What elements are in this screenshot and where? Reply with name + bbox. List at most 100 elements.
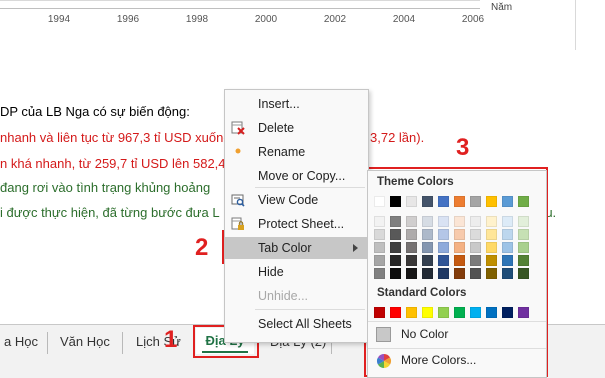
theme-shade-swatch[interactable] xyxy=(454,229,465,240)
theme-shade-swatch[interactable] xyxy=(502,255,513,266)
menu-item-delete[interactable]: Delete xyxy=(225,117,368,139)
delete-sheet-icon xyxy=(231,121,245,135)
theme-shade-swatch[interactable] xyxy=(486,268,497,279)
theme-shade-swatch[interactable] xyxy=(470,242,481,253)
doc-line: i được thực hiện, đã từng bước đưa L xyxy=(0,205,220,220)
menu-item-label: Tab Color xyxy=(258,241,312,255)
sheet-tab[interactable]: Văn Học xyxy=(54,332,116,352)
theme-shade-swatch[interactable] xyxy=(470,268,481,279)
theme-shade-swatch[interactable] xyxy=(454,242,465,253)
theme-shade-swatch[interactable] xyxy=(438,216,449,227)
menu-item-insert[interactable]: Insert... xyxy=(225,93,368,115)
theme-shade-swatch[interactable] xyxy=(454,268,465,279)
palette-separator xyxy=(368,321,546,322)
theme-shade-swatch[interactable] xyxy=(486,229,497,240)
menu-item-label: Select All Sheets xyxy=(258,317,352,331)
theme-shade-swatch[interactable] xyxy=(390,268,401,279)
theme-shade-swatch[interactable] xyxy=(470,229,481,240)
more-colors-option[interactable]: More Colors... xyxy=(371,350,543,372)
year-tick-label: 2006 xyxy=(461,14,485,25)
theme-shade-swatch[interactable] xyxy=(422,255,433,266)
submenu-arrow-icon xyxy=(353,244,358,252)
theme-shade-swatch[interactable] xyxy=(406,229,417,240)
theme-shade-swatch[interactable] xyxy=(390,216,401,227)
theme-color-swatch[interactable] xyxy=(470,196,481,207)
theme-shade-swatch[interactable] xyxy=(390,255,401,266)
theme-shade-swatch[interactable] xyxy=(454,216,465,227)
menu-item-view-code[interactable]: View Code xyxy=(225,189,368,211)
theme-shade-swatch[interactable] xyxy=(406,255,417,266)
standard-color-swatch[interactable] xyxy=(422,307,433,318)
menu-separator xyxy=(255,309,365,310)
theme-shade-swatch[interactable] xyxy=(470,216,481,227)
theme-shade-swatch[interactable] xyxy=(438,255,449,266)
theme-shade-swatch[interactable] xyxy=(518,268,529,279)
theme-shade-swatch[interactable] xyxy=(438,268,449,279)
theme-shade-swatch[interactable] xyxy=(518,255,529,266)
theme-color-swatch[interactable] xyxy=(438,196,449,207)
theme-color-swatch[interactable] xyxy=(454,196,465,207)
theme-shade-swatch[interactable] xyxy=(502,216,513,227)
menu-item-rename[interactable]: Rename xyxy=(225,141,368,163)
theme-shade-swatch[interactable] xyxy=(422,229,433,240)
theme-shade-swatch[interactable] xyxy=(422,216,433,227)
theme-shade-swatch[interactable] xyxy=(502,242,513,253)
bullet-icon xyxy=(235,148,241,154)
sheet-tab[interactable]: a Học xyxy=(0,332,44,352)
standard-color-swatch[interactable] xyxy=(470,307,481,318)
doc-line: nhanh và liên tục từ 967,3 tỉ USD xuống xyxy=(0,130,231,145)
sheet-tab[interactable]: Lịch Sử xyxy=(130,332,187,352)
standard-color-swatch[interactable] xyxy=(518,307,529,318)
menu-item-label: Insert... xyxy=(258,97,300,111)
theme-shade-swatch[interactable] xyxy=(486,255,497,266)
theme-shade-swatch[interactable] xyxy=(486,242,497,253)
menu-item-label: Hide xyxy=(258,265,284,279)
theme-shade-swatch[interactable] xyxy=(502,268,513,279)
theme-shade-swatch[interactable] xyxy=(406,216,417,227)
theme-shade-swatch[interactable] xyxy=(454,255,465,266)
standard-color-swatch[interactable] xyxy=(454,307,465,318)
theme-shade-swatch[interactable] xyxy=(486,216,497,227)
theme-shade-swatch[interactable] xyxy=(374,216,385,227)
theme-shade-swatch[interactable] xyxy=(518,229,529,240)
protect-sheet-icon xyxy=(231,217,244,230)
theme-color-swatch[interactable] xyxy=(422,196,433,207)
theme-shade-swatch[interactable] xyxy=(438,229,449,240)
menu-item-move-copy[interactable]: Move or Copy... xyxy=(225,165,368,187)
theme-shade-swatch[interactable] xyxy=(502,229,513,240)
theme-shade-swatch[interactable] xyxy=(390,242,401,253)
standard-color-swatch[interactable] xyxy=(486,307,497,318)
standard-color-swatch[interactable] xyxy=(374,307,385,318)
menu-item-tab-color[interactable]: Tab Color xyxy=(225,237,368,259)
theme-color-swatch[interactable] xyxy=(390,196,401,207)
theme-shade-swatch[interactable] xyxy=(470,255,481,266)
theme-shade-swatch[interactable] xyxy=(374,229,385,240)
theme-color-swatch[interactable] xyxy=(406,196,417,207)
theme-shade-swatch[interactable] xyxy=(390,229,401,240)
menu-item-protect-sheet[interactable]: Protect Sheet... xyxy=(225,213,368,235)
standard-color-swatch[interactable] xyxy=(390,307,401,318)
theme-shade-swatch[interactable] xyxy=(422,242,433,253)
theme-shade-swatch[interactable] xyxy=(374,268,385,279)
menu-item-select-all-sheets[interactable]: Select All Sheets xyxy=(225,313,368,335)
theme-shade-swatch[interactable] xyxy=(406,242,417,253)
standard-color-swatch[interactable] xyxy=(438,307,449,318)
doc-line: đang rơi vào tình trạng khủng hoảng xyxy=(0,180,211,195)
theme-shade-swatch[interactable] xyxy=(374,242,385,253)
theme-color-swatch[interactable] xyxy=(486,196,497,207)
theme-shade-swatch[interactable] xyxy=(422,268,433,279)
theme-shade-swatch[interactable] xyxy=(406,268,417,279)
menu-item-label: Unhide... xyxy=(258,289,309,303)
theme-color-swatch[interactable] xyxy=(374,196,385,207)
theme-shade-swatch[interactable] xyxy=(438,242,449,253)
theme-shade-swatch[interactable] xyxy=(518,242,529,253)
standard-color-swatch[interactable] xyxy=(406,307,417,318)
theme-color-swatch[interactable] xyxy=(518,196,529,207)
menu-item-hide[interactable]: Hide xyxy=(225,261,368,283)
standard-color-swatch[interactable] xyxy=(502,307,513,318)
chart-fragment: 1994 1996 1998 2000 2002 2004 2006 Năm xyxy=(0,0,605,50)
theme-color-swatch[interactable] xyxy=(502,196,513,207)
theme-shade-swatch[interactable] xyxy=(518,216,529,227)
theme-shade-swatch[interactable] xyxy=(374,255,385,266)
no-color-option[interactable]: No Color xyxy=(371,324,543,346)
